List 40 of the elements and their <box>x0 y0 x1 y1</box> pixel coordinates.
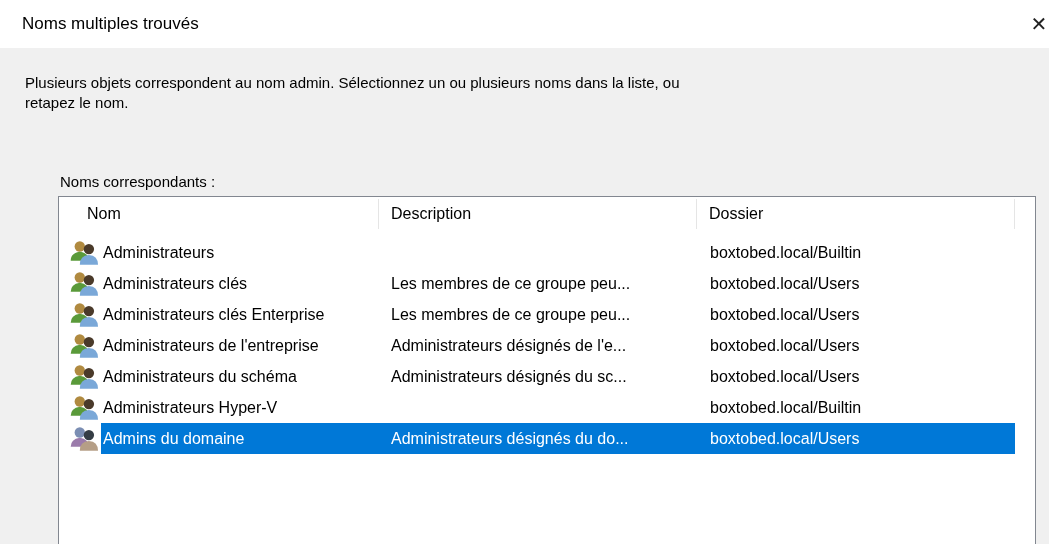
column-header[interactable]: Nom <box>59 199 379 229</box>
users-icon <box>69 239 101 266</box>
description-cell-text: Les membres de ce groupe peu... <box>390 274 632 293</box>
name-cell-text: Administrateurs de l'entreprise <box>102 336 320 355</box>
name-cell-text: Administrateurs clés Enterprise <box>102 305 326 324</box>
users-icon <box>69 425 101 452</box>
name-cell-text: Admins du domaine <box>102 429 246 448</box>
folder-cell-text: boxtobed.local/Users <box>709 336 861 355</box>
users-icon <box>69 332 101 359</box>
name-cell-text: Administrateurs clés <box>102 274 249 293</box>
list-row[interactable]: Admins du domaine Administrateurs désignés du do... boxtobed.local/Users <box>101 423 1015 454</box>
folder-cell-text: boxtobed.local/Users <box>709 367 861 386</box>
users-icon <box>69 270 101 297</box>
name-cell-text: Administrateurs du schéma <box>102 367 298 386</box>
description-cell-text: Administrateurs désignés de l'e... <box>390 336 628 355</box>
list-row[interactable]: Administrateurs clés Les membres de ce groupe peu... boxtobed.local/Users <box>101 268 1015 299</box>
users-icon <box>69 301 101 328</box>
name-cell-text: Administrateurs <box>102 243 216 262</box>
list-row[interactable]: Administrateurs clés Enterprise Les membres de ce groupe peu... boxtobed.local/Users <box>101 299 1015 330</box>
list-label: Noms correspondants : <box>60 173 217 190</box>
list-row[interactable]: Administrateurs boxtobed.local/Builtin <box>101 237 1015 268</box>
users-icon <box>69 363 101 390</box>
folder-cell-text: boxtobed.local/Builtin <box>709 398 863 417</box>
folder-cell-text: boxtobed.local/Users <box>709 274 861 293</box>
column-header[interactable]: Description <box>379 199 697 229</box>
column-header[interactable]: Dossier <box>697 199 1015 229</box>
list-row[interactable]: Administrateurs de l'entreprise Administrateurs désignés de l'e... boxtobed.local/Users <box>101 330 1015 361</box>
folder-cell-text: boxtobed.local/Users <box>709 305 861 324</box>
window-title: Noms multiples trouvés <box>22 14 199 34</box>
list-row[interactable]: Administrateurs Hyper-V boxtobed.local/Builtin <box>101 392 1015 423</box>
folder-cell-text: boxtobed.local/Builtin <box>709 243 863 262</box>
close-button[interactable]: ✕ <box>1019 4 1049 44</box>
folder-cell-text: boxtobed.local/Users <box>709 429 861 448</box>
name-cell-text: Administrateurs Hyper-V <box>102 398 279 417</box>
message-text: Plusieurs objets correspondent au nom admin. Sélectionnez un ou plusieurs noms dans la liste, ou retapez le nom. <box>25 73 681 113</box>
list-row[interactable]: Administrateurs du schéma Administrateurs désignés du sc... boxtobed.local/Users <box>101 361 1015 392</box>
description-cell-text: Administrateurs désignés du do... <box>390 429 630 448</box>
description-cell-text: Les membres de ce groupe peu... <box>390 305 632 324</box>
description-cell-text: Administrateurs désignés du sc... <box>390 367 628 386</box>
users-icon <box>69 394 101 421</box>
